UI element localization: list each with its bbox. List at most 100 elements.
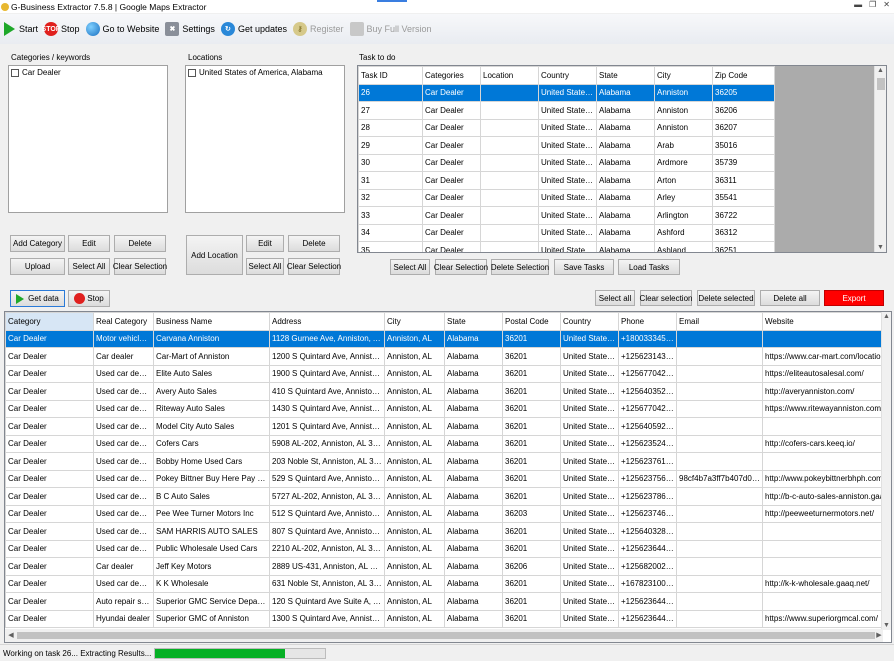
task-row[interactable]: 35Car Dealer United States of ...AlabamaA… [358,241,775,252]
result-row[interactable]: Car Dealer Used car dealer SAM HARRIS AUTO… [5,522,891,541]
register-button[interactable]: ⚷ Register [292,22,344,36]
results-column-header[interactable]: City [384,312,445,331]
results-column-header[interactable]: Category [5,312,94,331]
results-vertical-scrollbar[interactable]: ▲ ▼ [881,312,891,630]
results-column-header[interactable]: Website [762,312,891,331]
categories-list[interactable]: Car Dealer [8,65,168,213]
result-row[interactable]: Car Dealer Used car dealer Model City Auto… [5,417,891,436]
stop-data-button[interactable]: Stop [68,290,110,307]
results-column-header[interactable]: State [444,312,503,331]
location-item[interactable]: United States of America, Alabama [186,66,344,79]
edit-location-button[interactable]: Edit [246,235,284,252]
task-row[interactable]: 32Car Dealer United States of ...AlabamaA… [358,188,775,207]
tasks-column-header[interactable]: Country [538,66,597,85]
results-select-all-button[interactable]: Select all [595,290,635,306]
task-row[interactable]: 28Car Dealer United States of ...AlabamaA… [358,118,775,137]
results-grid[interactable]: Category Real Category Business Name Addres… [4,311,892,643]
scroll-up-arrow-icon[interactable]: ▲ [882,313,891,320]
results-column-header[interactable]: Real Category [93,312,154,331]
settings-button[interactable]: ✖ Settings [165,22,215,36]
result-row[interactable]: Car DealerMotor vehicle de...Carvana Ann… [5,329,891,348]
task-cell: 36206 [712,101,775,120]
minimize-icon[interactable]: ▬ [854,0,862,9]
result-row[interactable]: Car Dealer Used car dealer Elite Auto Sale… [5,364,891,383]
load-tasks-button[interactable]: Load Tasks [618,259,680,275]
result-row[interactable]: Car Dealer Used car dealer B C Auto Sales 5… [5,487,891,506]
close-icon[interactable]: ✕ [883,0,890,9]
locations-list[interactable]: United States of America, Alabama [185,65,345,213]
tasks-column-header[interactable]: Zip Code [712,66,775,85]
get-updates-button[interactable]: ↻ Get updates [220,22,287,36]
task-row[interactable]: 26Car Dealer United States of ...AlabamaA… [358,83,775,102]
tasks-clear-selection-button[interactable]: Clear Selection [434,259,488,275]
tasks-scroll-thumb[interactable] [877,78,885,90]
results-hscroll-thumb[interactable] [17,632,875,639]
result-row[interactable]: Car Dealer Used car dealer Bobby Home Used… [5,452,891,471]
scroll-right-arrow-icon[interactable]: ▶ [875,631,883,639]
tasks-column-header[interactable]: State [596,66,655,85]
tasks-column-header[interactable]: Location [480,66,539,85]
delete-all-button[interactable]: Delete all [760,290,820,306]
result-row[interactable]: Car Dealer Used car dealer Avery Auto Sale… [5,382,891,401]
maximize-icon[interactable]: ❐ [869,0,876,9]
tasks-select-all-button[interactable]: Select All [390,259,430,275]
result-row[interactable]: Car Dealer Used car dealer Riteway Auto Sa… [5,399,891,418]
buy-full-version-button[interactable]: Buy Full Version [349,22,432,36]
get-data-button[interactable]: Get data [10,290,65,307]
scroll-up-arrow-icon[interactable]: ▲ [875,67,886,74]
tasks-delete-selection-button[interactable]: Delete Selection [491,259,549,275]
results-column-header[interactable]: Business Name [153,312,270,331]
result-row[interactable]: Car Dealer Car dealer Jeff Key Motors 2889 … [5,557,891,576]
result-cell: 807 S Quintard Ave, Anniston, AL 362... [269,522,385,541]
start-button[interactable]: Start [4,22,38,36]
delete-location-button[interactable]: Delete [288,235,340,252]
results-column-header[interactable]: Phone [618,312,677,331]
scroll-down-arrow-icon[interactable]: ▼ [882,622,891,629]
upload-button[interactable]: Upload [10,258,65,275]
delete-selected-button[interactable]: Delete selected [697,290,755,306]
tasks-vertical-scrollbar[interactable]: ▲ ▼ [874,66,886,252]
scroll-down-arrow-icon[interactable]: ▼ [875,244,886,251]
tasks-column-header[interactable]: Task ID [358,66,423,85]
scroll-left-arrow-icon[interactable]: ◀ [7,631,15,639]
results-column-header[interactable]: Postal Code [502,312,561,331]
result-row[interactable]: Car Dealer Used car dealer Pokey Bittner B… [5,469,891,488]
tasks-column-header[interactable]: City [654,66,713,85]
location-checkbox[interactable] [188,68,196,77]
go-to-website-button[interactable]: Go to Website [85,22,159,36]
result-row[interactable]: Car Dealer Used car dealer Public Wholesal… [5,539,891,558]
task-row[interactable]: 27Car Dealer United States of ...AlabamaA… [358,101,775,120]
tasks-column-header[interactable]: Categories [422,66,481,85]
categories-select-all-button[interactable]: Select All [68,258,110,275]
task-row[interactable]: 34Car Dealer United States of ...AlabamaA… [358,223,775,242]
results-column-header[interactable]: Country [560,312,619,331]
category-item[interactable]: Car Dealer [9,66,167,79]
edit-category-button[interactable]: Edit [68,235,110,252]
result-row[interactable]: Car Dealer Hyundai dealer Superior GMC of … [5,609,891,628]
category-checkbox[interactable] [11,68,19,77]
task-row[interactable]: 31Car Dealer United States of ...AlabamaA… [358,171,775,190]
add-category-button[interactable]: Add Category [10,235,65,252]
locations-select-all-button[interactable]: Select All [246,258,284,275]
save-tasks-button[interactable]: Save Tasks [554,259,614,275]
locations-clear-selection-button[interactable]: Clear Selection [287,258,341,275]
task-cell: Ardmore [654,153,713,172]
stop-button[interactable]: STOP Stop [42,22,80,36]
results-column-header[interactable]: Email [676,312,763,331]
results-horizontal-scrollbar[interactable]: ◀ ▶ [5,629,883,642]
categories-clear-selection-button[interactable]: Clear Selection [113,258,167,275]
results-clear-selection-button[interactable]: Clear selection [640,290,692,306]
result-row[interactable]: Car Dealer Used car dealer K K Wholesale 63… [5,574,891,593]
result-row[interactable]: Car Dealer Auto repair shop Superior GMC S… [5,592,891,611]
result-row[interactable]: Car Dealer Used car dealer Pee Wee Turner … [5,504,891,523]
tasks-grid[interactable]: Task ID Categories Location Country State Cit… [357,65,887,253]
result-row[interactable]: Car Dealer Car dealer Car-Mart of Anniston… [5,347,891,366]
task-row[interactable]: 33Car Dealer United States of ...AlabamaA… [358,206,775,225]
delete-category-button[interactable]: Delete [114,235,166,252]
add-location-button[interactable]: Add Location [186,235,243,275]
task-row[interactable]: 29Car Dealer United States of ...AlabamaA… [358,136,775,155]
results-column-header[interactable]: Address [269,312,385,331]
export-button[interactable]: Export [824,290,884,306]
result-row[interactable]: Car Dealer Used car dealer Cofers Cars 5908… [5,434,891,453]
task-row[interactable]: 30Car Dealer United States of ...AlabamaA… [358,153,775,172]
